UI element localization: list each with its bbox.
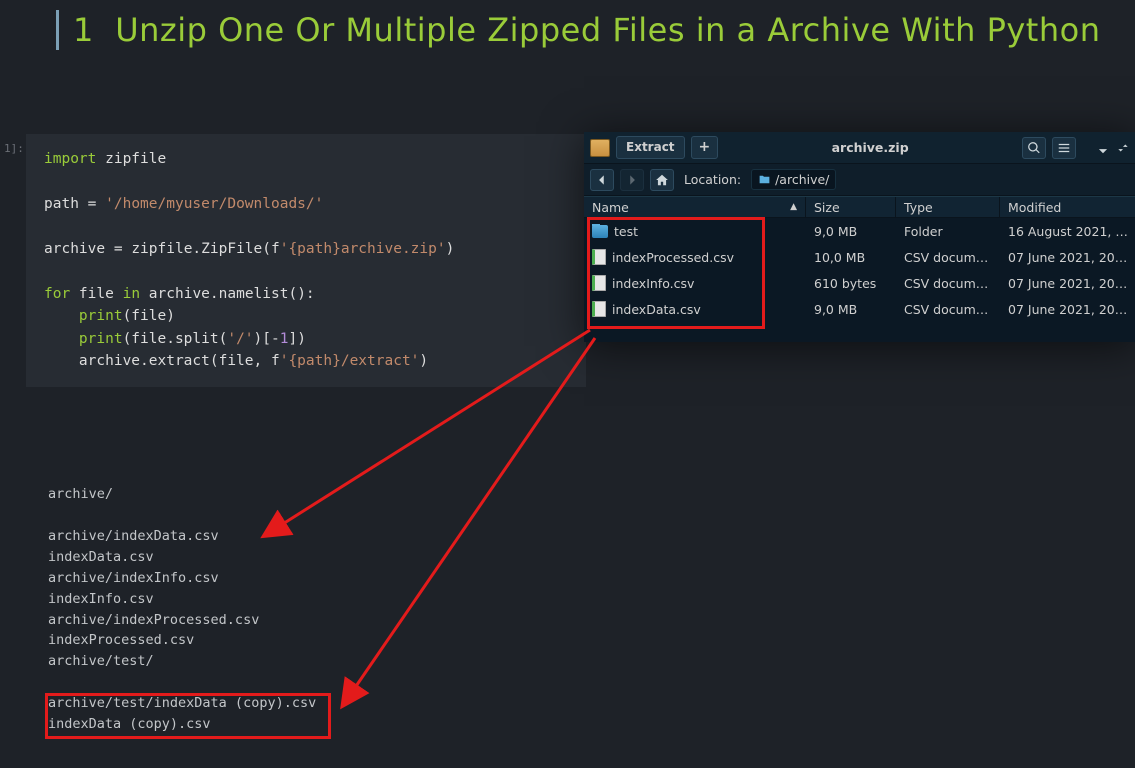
location-field[interactable]: /archive/ bbox=[751, 169, 836, 190]
output-line: archive/test/ bbox=[48, 653, 154, 669]
code-text: ) bbox=[446, 241, 455, 257]
highlight-box-output-2 bbox=[45, 693, 331, 739]
col-name-header[interactable]: Name▲ bbox=[584, 197, 806, 217]
code-text: )[ bbox=[254, 331, 271, 347]
code-text: = bbox=[88, 196, 105, 212]
code-text: (file) bbox=[123, 308, 175, 324]
hamburger-icon bbox=[1057, 141, 1071, 155]
output-line: archive/indexProcessed.csv bbox=[48, 612, 259, 628]
code-text: zipfile.ZipFile(f bbox=[131, 241, 279, 257]
window-title: archive.zip bbox=[724, 140, 1016, 155]
code-string: /extract' bbox=[341, 353, 420, 369]
keyword-in: in bbox=[123, 286, 140, 302]
col-modified-header[interactable]: Modified bbox=[1000, 197, 1135, 217]
highlight-box-files bbox=[587, 217, 765, 329]
code-text: archive.extract(file, f bbox=[79, 353, 280, 369]
maximize-icon[interactable] bbox=[1116, 141, 1130, 155]
code-text: archive.namelist(): bbox=[140, 286, 315, 302]
forward-button[interactable] bbox=[620, 169, 644, 191]
code-text: file bbox=[70, 286, 122, 302]
col-size-header[interactable]: Size bbox=[806, 197, 896, 217]
add-button[interactable]: + bbox=[691, 136, 719, 159]
output-line: archive/indexData.csv bbox=[48, 528, 219, 544]
search-icon bbox=[1027, 141, 1041, 155]
file-modified: 07 June 2021, 20:53 bbox=[1000, 302, 1135, 317]
output-line: indexData.csv bbox=[48, 549, 154, 565]
extract-button[interactable]: Extract bbox=[616, 136, 685, 159]
code-text: archive bbox=[44, 241, 114, 257]
output-line: archive/ bbox=[48, 486, 113, 502]
code-text: ) bbox=[419, 353, 428, 369]
code-string: '/' bbox=[227, 331, 253, 347]
code-text: - bbox=[271, 331, 280, 347]
minimize-icon[interactable] bbox=[1096, 141, 1110, 155]
file-size: 10,0 MB bbox=[806, 250, 896, 265]
file-modified: 07 June 2021, 20:53 bbox=[1000, 276, 1135, 291]
file-type: Folder bbox=[896, 224, 1000, 239]
code-text bbox=[44, 331, 79, 347]
code-cell[interactable]: import zipfile path = '/home/myuser/Down… bbox=[26, 134, 586, 387]
table-header: Name▲ Size Type Modified bbox=[584, 196, 1135, 218]
code-text: (file.split( bbox=[123, 331, 228, 347]
arrow-right-icon bbox=[625, 173, 639, 187]
cell-prompt: 1]: bbox=[0, 140, 28, 157]
file-type: CSV document bbox=[896, 302, 1000, 317]
location-label: Location: bbox=[680, 172, 745, 187]
section-heading: 1 Unzip One Or Multiple Zipped Files in … bbox=[56, 10, 1115, 50]
keyword-import: import bbox=[44, 151, 96, 167]
file-type: CSV document bbox=[896, 250, 1000, 265]
output-line: archive/indexInfo.csv bbox=[48, 570, 219, 586]
code-text bbox=[44, 308, 79, 324]
folder-icon bbox=[758, 173, 771, 186]
file-type: CSV document bbox=[896, 276, 1000, 291]
location-path: /archive/ bbox=[775, 172, 829, 187]
file-size: 9,0 MB bbox=[806, 224, 896, 239]
back-button[interactable] bbox=[590, 169, 614, 191]
search-button[interactable] bbox=[1022, 137, 1046, 159]
code-text: ]) bbox=[288, 331, 305, 347]
keyword-for: for bbox=[44, 286, 70, 302]
home-button[interactable] bbox=[650, 169, 674, 191]
output-line: indexInfo.csv bbox=[48, 591, 154, 607]
sort-asc-icon: ▲ bbox=[790, 202, 797, 212]
code-string: '/home/myuser/Downloads/' bbox=[105, 196, 323, 212]
builtin-print: print bbox=[79, 331, 123, 347]
file-modified: 07 June 2021, 20:53 bbox=[1000, 250, 1135, 265]
code-text: path bbox=[44, 196, 88, 212]
code-fstring: {path} bbox=[288, 241, 340, 257]
code-string: archive.zip' bbox=[341, 241, 446, 257]
heading-text: Unzip One Or Multiple Zipped Files in a … bbox=[115, 11, 1100, 49]
code-fstring: {path} bbox=[288, 353, 340, 369]
file-modified: 16 August 2021, 12 bbox=[1000, 224, 1135, 239]
arrow-left-icon bbox=[595, 173, 609, 187]
code-text: = bbox=[114, 241, 131, 257]
code-text bbox=[44, 353, 79, 369]
builtin-print: print bbox=[79, 308, 123, 324]
app-icon bbox=[590, 139, 610, 157]
navbar: Location: /archive/ bbox=[584, 164, 1135, 196]
menu-button[interactable] bbox=[1052, 137, 1076, 159]
archive-manager-window: Extract + archive.zip Location: /archive bbox=[584, 132, 1135, 342]
col-type-header[interactable]: Type bbox=[896, 197, 1000, 217]
titlebar: Extract + archive.zip bbox=[584, 132, 1135, 164]
home-icon bbox=[655, 173, 669, 187]
file-size: 610 bytes bbox=[806, 276, 896, 291]
module-name: zipfile bbox=[96, 151, 166, 167]
file-size: 9,0 MB bbox=[806, 302, 896, 317]
heading-number: 1 bbox=[73, 11, 94, 49]
output-line: indexProcessed.csv bbox=[48, 632, 194, 648]
